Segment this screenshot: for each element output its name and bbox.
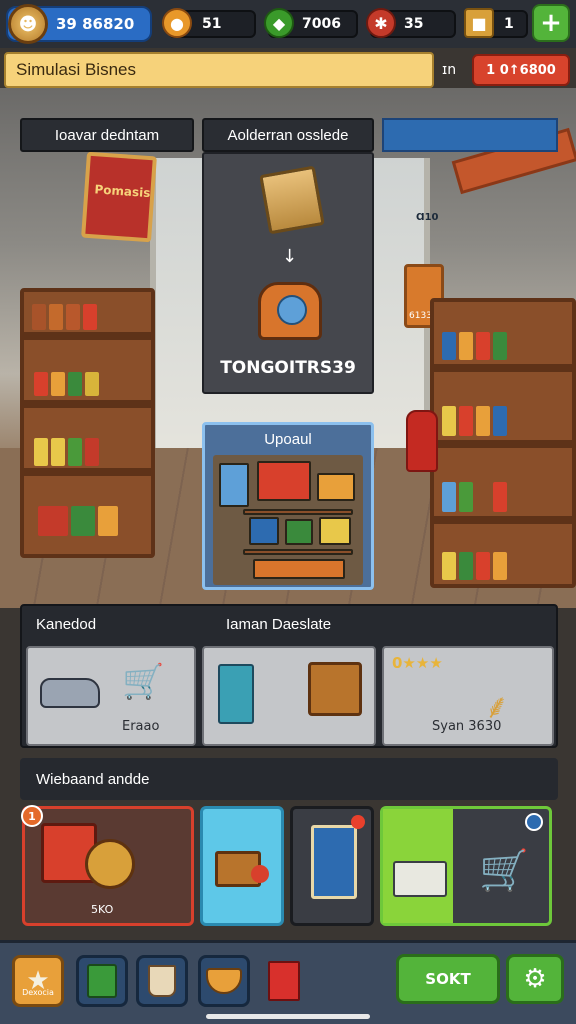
boost-button[interactable]: 1 0↑6800 [472,54,570,86]
gold-coin-icon: ● [162,8,192,38]
shelf-plank [24,468,151,476]
fire-extinguisher [406,410,438,472]
category-caption: Eraao [122,719,160,734]
tool-bowl[interactable] [198,955,250,1007]
rating-stars: 0★★★ [392,654,443,672]
shelf-plank [243,549,353,555]
crate-icon: ■ [464,8,494,38]
tool-cabinet[interactable] [76,955,128,1007]
category-caption: Syan 3630 [432,719,502,734]
level-text: 39 86820 [56,15,135,33]
product-box [317,473,355,501]
ingredient-crate-icon [259,165,325,235]
shop-item-produce[interactable] [200,806,284,926]
tool-cup[interactable] [136,955,188,1007]
shop-item-bundle[interactable]: 🛒 [380,806,552,926]
red-box-icon [268,961,300,1001]
product-row [442,482,507,512]
recipe-name: TONGOITRS39 [220,358,356,378]
product-row [442,332,507,360]
player-avatar[interactable]: ☻ [8,4,48,44]
product-row [442,406,507,436]
shop-item-caption: 5KO [91,903,114,916]
category-heading-right: Iaman Daeslate [226,616,332,633]
product-row [442,552,507,580]
category-heading-left: Kanedod [36,616,97,633]
title-aux-label: ɪn [442,62,457,78]
shopping-cart-icon: 🛒 [479,848,529,894]
category-panel: Kanedod Iaman Daeslate 🛒 Eraao 0★★★ ⸙ Sy… [20,604,558,748]
ladybug-icon: ✱ [366,8,396,38]
product-row [32,304,97,330]
bug-count: 35 [404,16,424,32]
shop-item-cereal[interactable] [290,806,374,926]
shelf-left[interactable] [20,288,155,558]
car-icon [40,678,100,708]
product-row [34,438,99,466]
shelf-plank [434,440,572,448]
gear-machine-icon [85,839,135,889]
book-stack-icon [393,861,447,897]
store-sign-left: Pomasis [81,151,157,243]
upgrade-shelf-preview [213,455,363,585]
shelf-plank [24,400,151,408]
shop-heading: Wiebaand andde [20,758,558,800]
gear-icon: ⚙ [523,964,547,994]
center-section-tag: Aolderran osslede [202,118,374,152]
product-box [249,517,279,545]
page-title: Simulasi Bisnes [4,52,434,88]
left-section-tag: Ioavar dedntam [20,118,194,152]
upgrade-title: Upoaul [264,431,312,448]
product-row [38,506,118,536]
shelf-right[interactable] [430,298,576,588]
top-hud: 39 86820 ☻ 51 ● 7006 ◆ 35 ✱ 1 ■ + [0,0,576,48]
tool-star[interactable]: ★ [12,955,64,1007]
notification-badge: 1 [21,805,43,827]
store-sign-text: Pomasis [93,182,151,201]
price-tag: 6133 [409,311,432,321]
tool-red-box[interactable] [258,955,310,1007]
category-card-staff[interactable]: 0★★★ ⸙ Syan 3630 [382,646,554,746]
production-machine-icon [258,282,322,340]
sort-button[interactable]: SOKT [396,954,500,1004]
avatar-icon: ☻ [18,13,38,35]
gem-count: 7006 [302,16,341,32]
bowl-icon [206,968,242,994]
cup-icon [148,965,176,997]
tomato-icon [251,865,269,883]
product-box [257,461,311,501]
recipe-panel[interactable]: ↓ TONGOITRS39 [202,152,374,394]
category-card-vehicles[interactable]: 🛒 Eraao [26,646,196,746]
product-box [319,517,351,545]
product-box [253,559,345,579]
cereal-box-icon [218,664,254,724]
crate-count: 1 [504,16,514,32]
shelf-plank [243,509,353,515]
wall-tag-right: Ɑ10 [416,212,439,223]
notification-dot [351,815,365,829]
shopping-cart-icon: 🛒 [122,662,165,702]
basket-icon [308,662,362,716]
home-indicator [206,1014,370,1019]
add-currency-button[interactable]: + [532,4,570,42]
tool-star-label: Dexocia [22,988,54,997]
shelf-plank [24,332,151,340]
product-box [285,519,313,545]
settings-button[interactable]: ⚙ [506,954,564,1004]
coin-count: 51 [202,16,222,32]
category-card-supplies[interactable] [202,646,376,746]
info-icon[interactable] [525,813,543,831]
shelf-plank [434,516,572,524]
shop-item-machine[interactable]: 1 5KO [21,805,194,926]
green-cabinet-icon [87,964,117,998]
product-row [34,372,99,396]
upgrade-panel[interactable]: Upoaul [202,422,374,590]
green-gem-icon: ◆ [264,8,294,38]
cereal-box-icon [311,825,357,899]
product-box [219,463,249,507]
shelf-plank [434,364,572,372]
arrow-down-icon: ↓ [282,246,298,267]
right-section-tag [382,118,558,152]
